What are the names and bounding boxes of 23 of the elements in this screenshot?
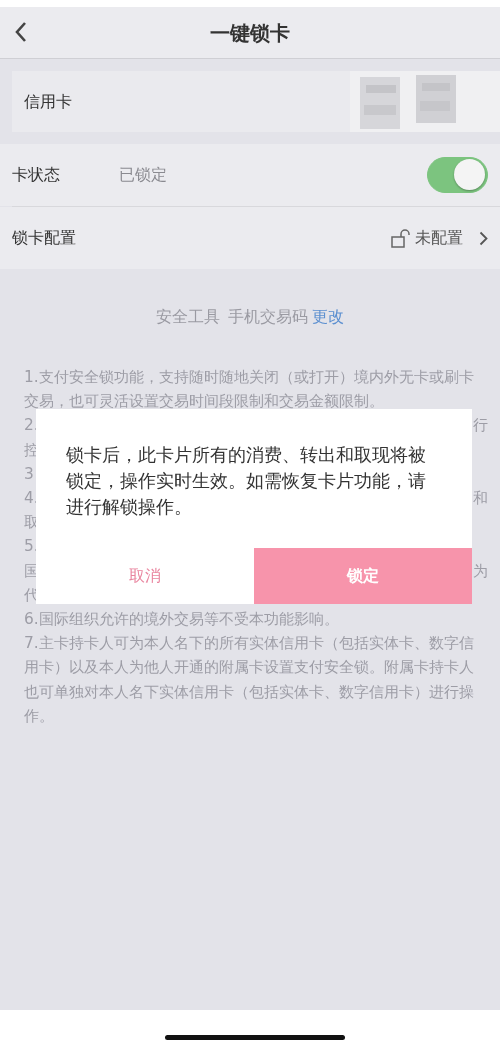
back-icon[interactable] [14, 21, 28, 43]
config-value: 未配置 [415, 227, 463, 249]
dialog-message: 锁卡后，此卡片所有的消费、转出和取现将被锁定，操作实时生效。如需恢复卡片功能，请进行解锁操作。 [65, 444, 427, 519]
card-label: 信用卡 [24, 90, 72, 113]
note-fragment: 为 [473, 560, 488, 582]
status-label: 卡状态 [12, 164, 61, 186]
note-fragment: 和 [473, 487, 488, 509]
note-text: 1.支付安全锁功能，支持随时随地关闭（或打开）境内外无卡或刷卡交易，也可灵活设置交易时间段限制和交易金额限制。 [24, 367, 475, 413]
config-label: 锁卡配置 [12, 227, 76, 249]
note-fragment: 3 [24, 463, 34, 485]
chevron-icon [479, 230, 488, 246]
config-row[interactable]: 锁卡配置 未配置 [0, 207, 500, 269]
lock-button[interactable]: 锁定 [254, 548, 472, 604]
note-text: 7.主卡持卡人可为本人名下的所有实体信用卡（包括实体卡、数字信用卡）以及本人为他人开通的附属卡设置支付安全锁。附属卡持卡人也可单独对本人名下实体信用卡（包括实体卡、数字信用卡）进行操作。 [24, 633, 475, 727]
tools-item: 手机交易码 [228, 306, 308, 328]
note-text: 6.国际组织允许的境外交易等不受本功能影响。 [24, 608, 340, 630]
lock-switch[interactable] [427, 157, 488, 193]
page-title: 一键锁卡 [210, 19, 290, 47]
unlock-icon [391, 228, 411, 248]
change-link[interactable]: 更改 [312, 305, 344, 329]
status-value: 已锁定 [119, 164, 167, 186]
tools-label: 安全工具 [156, 306, 220, 328]
note-fragment: 行 [473, 415, 488, 437]
